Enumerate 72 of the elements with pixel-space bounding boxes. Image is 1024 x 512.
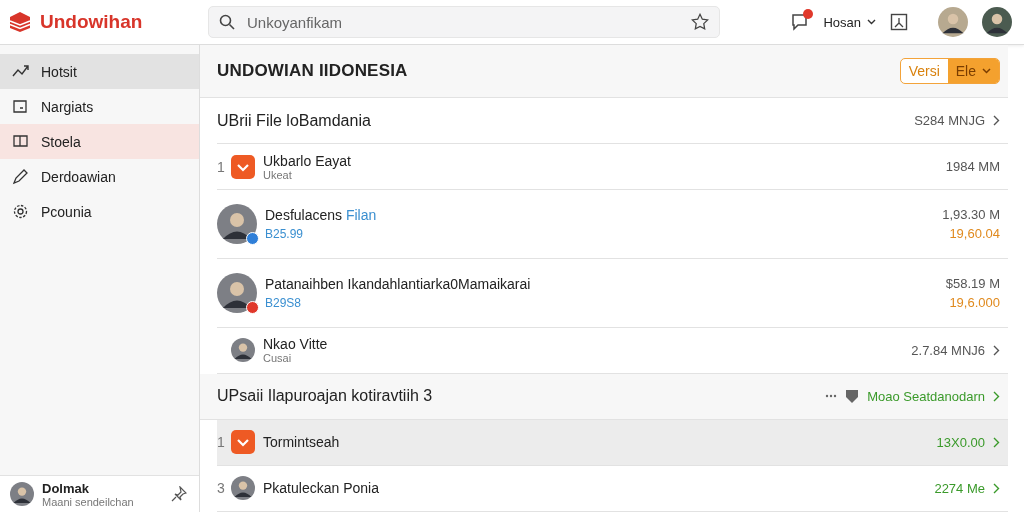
- section-title: UPsaii Ilapuroajan kotiravtiih 3: [217, 387, 434, 406]
- logo-icon: [8, 11, 32, 33]
- row-link[interactable]: Filan: [345, 207, 377, 224]
- row-title: Tormintseah: [263, 434, 341, 451]
- section-header[interactable]: UBrii File loBamdania S284 MNJG: [217, 98, 1008, 145]
- section-value: Moao Seatdanodarn: [867, 388, 985, 404]
- app-logo: Undowihan: [40, 11, 143, 33]
- pin-icon[interactable]: [171, 486, 187, 502]
- user-subtitle: Maani sendeilchan: [42, 495, 135, 508]
- row-title: Pkatuleckan Ponia: [263, 480, 380, 497]
- avatar: [217, 272, 257, 313]
- caret-icon: [982, 68, 991, 74]
- caret-icon: [867, 19, 876, 25]
- version-dropdown[interactable]: Versi Ele: [899, 58, 1000, 84]
- section-header[interactable]: UPsaii Ilapuroajan kotiravtiih 3 Moao Seatdanodarn: [200, 373, 1008, 420]
- row-value: 2.7.84 MNJ6: [911, 342, 985, 358]
- app-icon: [231, 154, 255, 179]
- row-index: 3: [217, 480, 223, 497]
- search-icon: [219, 14, 235, 30]
- row-index: 1: [217, 434, 223, 451]
- search-input[interactable]: Unkoyanfikam: [245, 12, 681, 32]
- row-title: Ukbarlo Eayat: [263, 152, 352, 169]
- row-subtitle: B29S8: [265, 295, 303, 310]
- sidebar-item[interactable]: Hotsit: [0, 54, 199, 89]
- avatar: [231, 338, 255, 363]
- portrait-frame-icon[interactable]: [890, 13, 908, 31]
- list-row[interactable]: 1 Tormintseah 13X0.00: [217, 419, 1008, 466]
- list-row[interactable]: Desfulacens Filan B25.99 1,93.30 M 19,60.04: [217, 190, 1008, 259]
- section-title: UBrii File loBamdania: [217, 111, 372, 130]
- row-title: Patanaihben Ikandahlantiarka0Mamaikarai: [265, 275, 532, 292]
- chevron-icon: [993, 390, 1000, 402]
- row-secondary-value: 19,6.000: [949, 294, 1000, 310]
- app-icon: [231, 430, 255, 455]
- list-row[interactable]: Patanaihben Ikandahlantiarka0Mamaikarai B29S8 $58.19 M 19,6.000: [217, 258, 1008, 328]
- chat-icon[interactable]: [791, 13, 810, 31]
- row-secondary-value: 19,60.04: [949, 226, 1000, 242]
- avatar: [217, 204, 257, 245]
- more-icon[interactable]: [825, 394, 838, 399]
- row-subtitle: B25.99: [265, 227, 305, 242]
- row-title: Desfulacens Filan: [265, 207, 378, 224]
- avatar: [231, 476, 255, 501]
- list-row[interactable]: 1 Ukbarlo Eayat Ukeat 1984 MM: [217, 144, 1008, 191]
- chevron-icon: [993, 115, 1000, 127]
- list-row[interactable]: 3 Pkatuleckan Ponia 2274 Me: [217, 465, 1008, 512]
- user-menu[interactable]: Hosan: [823, 14, 876, 30]
- sidebar-item[interactable]: Nargiats: [0, 89, 199, 124]
- avatar: [10, 482, 34, 506]
- shield-icon: [845, 388, 860, 404]
- row-value: 1,93.30 M: [942, 207, 1000, 223]
- row-value: 1984 MM: [945, 159, 1000, 175]
- book-icon: [12, 133, 29, 150]
- avatar: [982, 7, 1012, 37]
- row-value: 2274 Me: [934, 480, 985, 496]
- search-bar[interactable]: Unkoyanfikam: [208, 6, 720, 38]
- row-subtitle: Cusai: [263, 352, 293, 365]
- row-index: 1: [217, 158, 223, 175]
- folder-icon: [12, 98, 29, 115]
- page-title: UNDOWIAN IIDONESIA: [217, 61, 409, 81]
- row-subtitle: Ukeat: [263, 168, 293, 181]
- row-value: $58.19 M: [945, 275, 1000, 291]
- list-row[interactable]: Nkao Vitte Cusai 2.7.84 MNJ6: [217, 327, 1008, 374]
- row-value: 13X0.00: [936, 434, 985, 450]
- avatar: [938, 7, 968, 37]
- row-title: Nkao Vitte: [263, 336, 329, 353]
- user-name: Dolmak: [42, 480, 90, 496]
- pen-icon: [12, 168, 29, 185]
- settings-icon: [12, 203, 29, 220]
- sidebar-item[interactable]: Pcounia: [0, 194, 199, 229]
- star-icon[interactable]: [691, 13, 709, 31]
- sidebar-item[interactable]: Stoela: [0, 124, 199, 159]
- sidebar-item[interactable]: Derdoawian: [0, 159, 199, 194]
- section-value: S284 MNJG: [914, 113, 985, 129]
